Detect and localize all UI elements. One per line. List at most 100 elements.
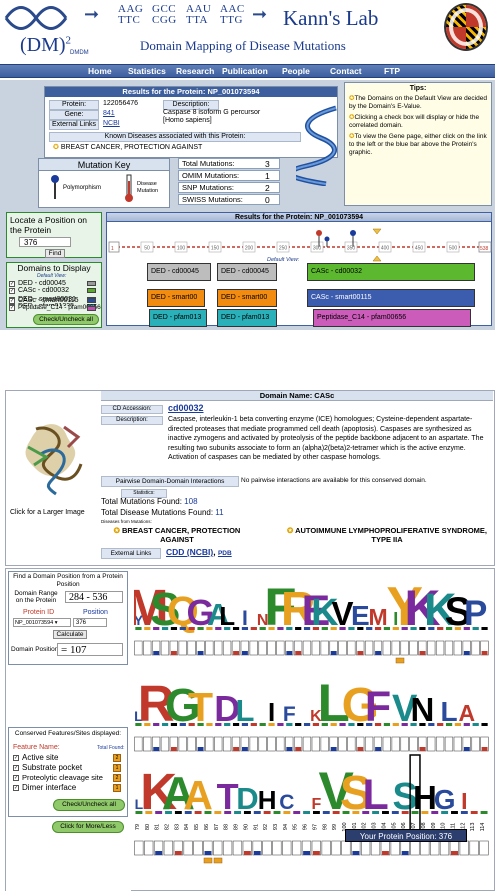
nav-research[interactable]: Research [176, 66, 214, 76]
position-box[interactable] [213, 840, 223, 856]
position-box[interactable] [427, 736, 436, 752]
gene-link[interactable]: 841 [103, 110, 115, 117]
position-box[interactable] [282, 840, 292, 856]
position-box[interactable] [400, 736, 409, 752]
cd-accession-link[interactable]: cd00032 [168, 403, 204, 413]
position-box[interactable] [370, 840, 381, 856]
position-box[interactable] [409, 640, 418, 656]
position-box[interactable] [338, 640, 347, 656]
position-box[interactable] [341, 840, 351, 856]
position-box[interactable] [427, 640, 436, 656]
position-box[interactable] [249, 640, 258, 656]
position-box[interactable] [205, 736, 214, 752]
check-all-button[interactable]: Check/Uncheck all [33, 314, 99, 325]
feature-checkbox[interactable]: ✓ [13, 755, 19, 761]
position-box[interactable] [232, 840, 243, 856]
position-box[interactable] [178, 640, 187, 656]
position-box[interactable] [214, 736, 223, 752]
nav-home[interactable]: Home [88, 66, 112, 76]
protein-ruler[interactable]: 50 100 150 200 250 300 350 400 450 500 1 538 [107, 223, 493, 263]
feature-checkbox[interactable]: ✓ [13, 765, 19, 771]
nav-people[interactable]: People [282, 66, 310, 76]
position-box[interactable] [364, 736, 374, 752]
domain-bar[interactable]: DED - smart00 [147, 289, 205, 307]
position-box[interactable] [410, 840, 420, 856]
position-box[interactable] [276, 736, 285, 752]
position-box[interactable] [267, 736, 276, 752]
domain-bar[interactable]: DED - smart00 [217, 289, 277, 307]
nav-publication[interactable]: Publication [222, 66, 268, 76]
position-box[interactable] [390, 840, 400, 856]
position-box[interactable] [321, 840, 331, 856]
position-box[interactable] [453, 640, 462, 656]
position-box[interactable] [471, 640, 480, 656]
domain-bar[interactable]: Peptidase_C14 - pfam00656 [313, 309, 471, 327]
position-box[interactable] [382, 640, 391, 656]
more-less-button[interactable]: Click for More/Less [52, 821, 124, 833]
position-box[interactable] [193, 840, 203, 856]
position-box[interactable] [444, 640, 454, 656]
domain-bar[interactable]: CASc - cd00032 [307, 263, 475, 281]
cdd-link[interactable]: CDD (NCBI) [166, 547, 213, 557]
position-box[interactable] [258, 640, 267, 656]
position-box[interactable] [134, 840, 144, 856]
position-box[interactable] [222, 640, 232, 656]
position-box[interactable] [178, 736, 187, 752]
position-box[interactable] [471, 736, 480, 752]
position-input[interactable]: 376 [19, 237, 71, 247]
position-box[interactable] [420, 840, 430, 856]
position-box[interactable] [302, 736, 312, 752]
pdb-link[interactable]: PDB [218, 550, 232, 557]
position-box[interactable] [134, 640, 143, 656]
find-button[interactable]: Find [45, 249, 65, 258]
position-box[interactable] [160, 736, 170, 752]
position-box[interactable] [183, 840, 193, 856]
position-box[interactable] [291, 840, 302, 856]
position-box[interactable] [205, 640, 214, 656]
position-box[interactable] [382, 736, 391, 752]
position-box[interactable] [453, 736, 462, 752]
nav-statistics[interactable]: Statistics [128, 66, 166, 76]
position-box[interactable] [143, 736, 152, 752]
position-box[interactable] [214, 640, 223, 656]
feature-checkbox[interactable]: ✓ [13, 775, 19, 781]
nav-ftp[interactable]: FTP [384, 66, 400, 76]
domain-checkbox[interactable]: ✓ [9, 298, 15, 304]
domain-bar[interactable]: DED - pfam013 [217, 309, 277, 327]
position-box[interactable] [222, 840, 233, 856]
domain-checkbox[interactable]: ✓ [9, 288, 15, 294]
position-box[interactable] [302, 640, 312, 656]
nav-contact[interactable]: Contact [330, 66, 362, 76]
position-box[interactable] [400, 640, 409, 656]
position-box[interactable] [444, 736, 454, 752]
domain-checkbox[interactable]: ✓ [9, 305, 15, 311]
position-box[interactable] [469, 840, 479, 856]
position-box[interactable] [320, 736, 329, 752]
domain-checkbox[interactable]: ✓ [9, 281, 15, 287]
position-box[interactable] [311, 736, 320, 752]
position-box[interactable] [320, 640, 329, 656]
position-box[interactable] [222, 736, 232, 752]
position-box[interactable] [311, 640, 320, 656]
position-box[interactable] [409, 736, 418, 752]
position-box[interactable] [439, 840, 450, 856]
features-check-all-button[interactable]: Check/Uncheck all [53, 799, 125, 811]
position-box[interactable] [430, 840, 440, 856]
position-box[interactable] [143, 640, 152, 656]
domain-bar[interactable]: DED - cd00045 [147, 263, 211, 281]
position-box[interactable] [267, 640, 276, 656]
position-box[interactable] [347, 640, 356, 656]
position-box[interactable] [160, 640, 170, 656]
position-box[interactable] [361, 840, 371, 856]
position-box[interactable] [435, 640, 445, 656]
domain-bar[interactable]: CASc - smart00115 [307, 289, 475, 307]
position-box[interactable] [459, 840, 469, 856]
position-box[interactable] [347, 736, 356, 752]
position-box[interactable] [364, 640, 374, 656]
position-box[interactable] [187, 736, 196, 752]
position-box[interactable] [338, 736, 347, 752]
protein-id-select[interactable]: NP_001073594 ▾ [13, 618, 71, 627]
domain-bar[interactable]: DED - pfam013 [149, 309, 207, 327]
calculate-button[interactable]: Calculate [53, 630, 87, 639]
position-box[interactable] [272, 840, 282, 856]
